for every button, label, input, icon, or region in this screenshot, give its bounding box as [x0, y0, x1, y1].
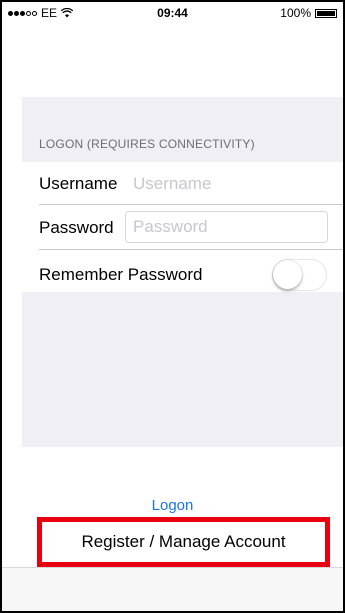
username-label: Username	[39, 174, 118, 193]
cell-separator	[39, 249, 343, 250]
section-header: LOGON (REQUIRES CONNECTIVITY)	[39, 137, 255, 151]
battery-fill	[317, 10, 335, 16]
status-bar: EE 09:44 100%	[2, 2, 343, 22]
password-label: Password	[39, 218, 114, 237]
register-manage-account-button[interactable]: Register / Manage Account	[37, 517, 330, 567]
remember-password-toggle[interactable]	[272, 259, 327, 291]
logon-button[interactable]: Logon	[2, 497, 343, 514]
remember-password-label: Remember Password	[39, 265, 203, 284]
password-field[interactable]	[125, 211, 328, 243]
battery-percent: 100%	[280, 6, 311, 20]
bottom-toolbar	[2, 567, 343, 611]
battery-icon	[315, 8, 337, 18]
username-field[interactable]: Username	[133, 174, 211, 194]
toggle-knob	[273, 260, 302, 289]
cell-separator	[39, 204, 343, 205]
app-screen: EE 09:44 100% LOGON (REQUIRES CONNECTIVI…	[0, 0, 345, 613]
status-right: 100%	[280, 6, 337, 20]
